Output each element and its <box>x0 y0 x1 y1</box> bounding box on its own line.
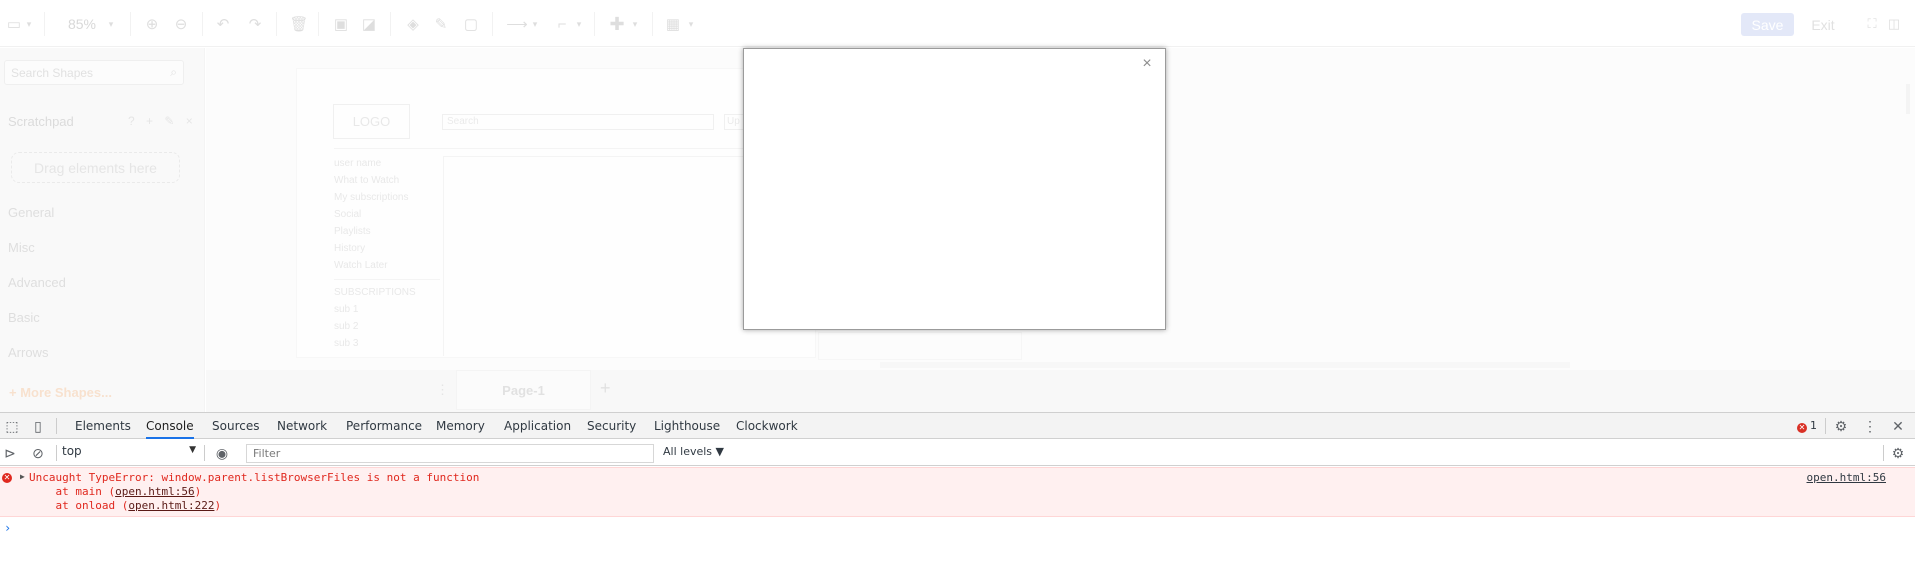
close-icon[interactable]: × <box>1139 56 1155 72</box>
tab-elements[interactable]: Elements <box>75 413 131 439</box>
tab-memory[interactable]: Memory <box>436 413 485 439</box>
stack-frame: at onload (open.html:222) <box>29 499 221 512</box>
dropdown-arrow-icon: ▼ <box>189 445 196 455</box>
tab-performance[interactable]: Performance <box>346 413 422 439</box>
context-value: top <box>62 444 82 458</box>
divider <box>56 445 57 461</box>
stack-frame: at main (open.html:56) <box>29 485 201 498</box>
stack-frame-text: ) <box>194 485 202 498</box>
drawio-app: ▭ ▾ 85% ▾ ⊕ ⊖ ↶ ↷ 🗑 ▣ ◪ ◈ ✎ ▢ ⟶ ▾ ⌐ ▾ ✚ … <box>0 0 1915 412</box>
live-expression-eye-icon[interactable]: ◉ <box>214 445 230 461</box>
clear-console-icon[interactable]: ⊘ <box>30 445 46 461</box>
stack-frame-link[interactable]: open.html:222 <box>128 499 214 512</box>
console-filter-input[interactable]: Filter <box>246 444 654 463</box>
tab-clockwork[interactable]: Clockwork <box>736 413 798 439</box>
close-devtools-icon[interactable]: ✕ <box>1890 418 1906 434</box>
source-link[interactable]: open.html:56 <box>1807 471 1886 484</box>
tab-console[interactable]: Console <box>146 413 194 439</box>
tab-application[interactable]: Application <box>504 413 571 439</box>
divider <box>204 445 205 461</box>
error-icon: ✕ <box>2 473 12 483</box>
device-toolbar-icon[interactable]: ▯ <box>30 418 46 434</box>
devtools-panel: ⬚ ▯ Elements Console Sources Network Per… <box>0 412 1915 584</box>
console-settings-gear-icon[interactable]: ⚙ <box>1890 445 1906 461</box>
inspect-element-icon[interactable]: ⬚ <box>4 418 20 434</box>
log-levels-dropdown[interactable]: All levels ▼ <box>663 445 724 458</box>
tab-lighthouse[interactable]: Lighthouse <box>654 413 720 439</box>
divider <box>1825 418 1826 434</box>
error-icon: ✕ <box>1797 423 1807 433</box>
console-filter-bar: ⊳ ⊘ top ▼ ◉ Filter All levels ▼ ⚙ <box>0 440 1915 466</box>
devtools-tab-bar: ⬚ ▯ Elements Console Sources Network Per… <box>0 413 1915 439</box>
stack-frame-link[interactable]: open.html:56 <box>115 485 194 498</box>
stack-frame-text: at onload ( <box>29 499 129 512</box>
tab-sources[interactable]: Sources <box>212 413 259 439</box>
open-file-dialog: × <box>743 48 1166 330</box>
context-selector[interactable]: top ▼ <box>62 444 196 462</box>
stack-frame-text: at main ( <box>29 485 116 498</box>
divider <box>56 418 57 434</box>
error-count-badge[interactable]: ✕ 1 <box>1797 419 1817 433</box>
more-options-icon[interactable]: ⋮ <box>1862 418 1878 434</box>
tab-security[interactable]: Security <box>587 413 636 439</box>
error-text: Uncaught TypeError: window.parent.listBr… <box>29 471 480 484</box>
error-count: 1 <box>1810 419 1817 432</box>
divider <box>1883 445 1884 461</box>
sidebar-toggle-icon[interactable]: ⊳ <box>2 445 18 461</box>
settings-gear-icon[interactable]: ⚙ <box>1833 418 1849 434</box>
console-error-message[interactable]: ✕ ▶ Uncaught TypeError: window.parent.li… <box>0 467 1915 517</box>
console-prompt[interactable]: › <box>4 521 11 535</box>
stack-frame-text: ) <box>214 499 222 512</box>
expand-triangle-icon[interactable]: ▶ <box>20 472 25 481</box>
tab-network[interactable]: Network <box>277 413 327 439</box>
